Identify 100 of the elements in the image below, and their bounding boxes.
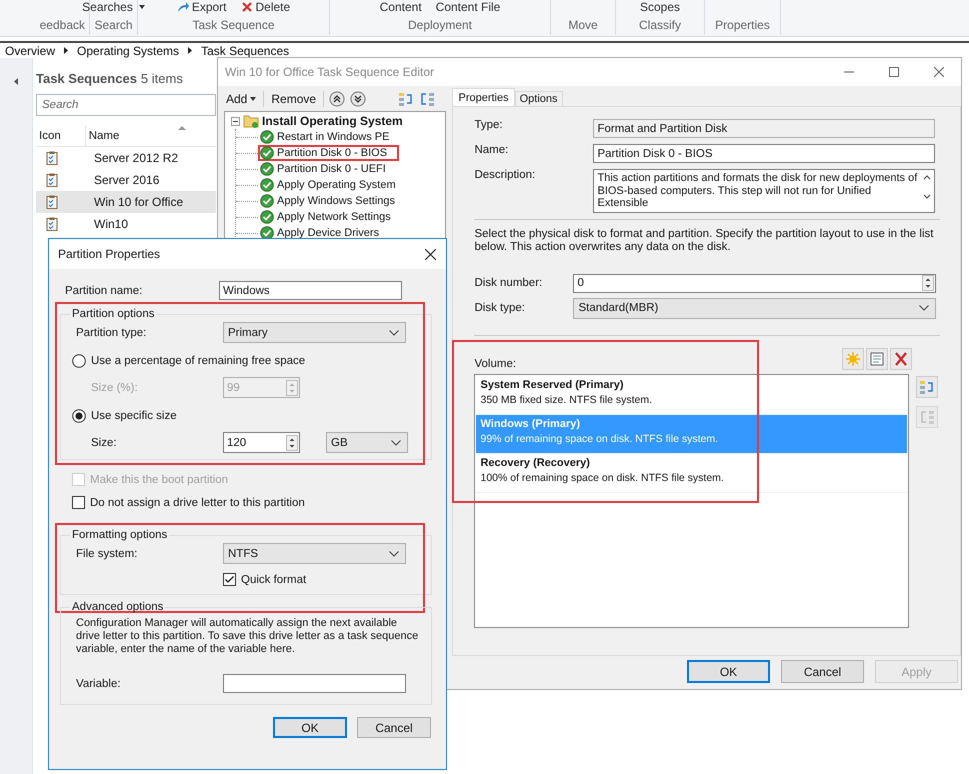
group-label: Task Sequence bbox=[192, 18, 275, 34]
dialog-button[interactable]: Cancel bbox=[781, 660, 864, 683]
check-circle-icon bbox=[260, 194, 274, 208]
import-list-icon[interactable] bbox=[916, 376, 938, 398]
caret-icon bbox=[138, 5, 145, 9]
import-list-icon[interactable] bbox=[398, 91, 414, 107]
dialog-button[interactable]: OK bbox=[273, 717, 347, 738]
spinner-icon[interactable] bbox=[922, 275, 934, 291]
group-label: Move bbox=[568, 18, 598, 34]
field-label: Type: bbox=[474, 119, 504, 131]
field-label: Partition type: bbox=[76, 326, 148, 338]
text-field[interactable]: Partition Disk 0 - BIOS bbox=[593, 144, 936, 163]
chevron-down-icon bbox=[919, 305, 930, 311]
dropdown[interactable]: Primary bbox=[223, 322, 406, 343]
check-circle-icon bbox=[260, 162, 274, 176]
spin-field[interactable]: 0 bbox=[573, 274, 936, 292]
check-circle-icon bbox=[260, 210, 274, 224]
collapse-arrow-icon[interactable] bbox=[14, 78, 18, 85]
dropdown[interactable]: GB bbox=[326, 432, 408, 453]
field-label: Partition name: bbox=[64, 284, 144, 296]
group-title: Formatting options bbox=[71, 529, 168, 541]
close-icon[interactable] bbox=[425, 248, 436, 260]
checkbox-square-icon[interactable] bbox=[223, 573, 236, 586]
group-title: Partition options bbox=[71, 308, 156, 320]
toolbar-button[interactable]: Remove bbox=[269, 92, 318, 106]
dialog-title: Partition Properties bbox=[58, 247, 160, 261]
dropdown[interactable]: Standard(MBR) bbox=[573, 298, 936, 318]
field-label: Description: bbox=[474, 169, 536, 181]
list-item[interactable]: Recovery (Recovery) 100% of remaining space on disk. NTFS file system. bbox=[476, 454, 908, 492]
field-label: Size: bbox=[91, 436, 118, 448]
dropdown[interactable]: NTFS bbox=[223, 543, 406, 564]
search-field[interactable]: Search bbox=[36, 94, 216, 116]
chevron-down-icon bbox=[391, 440, 401, 446]
group-label: Classify bbox=[638, 18, 681, 34]
radio-circle-icon[interactable] bbox=[72, 354, 86, 368]
field-label: File system: bbox=[76, 548, 138, 560]
group-label: eedback bbox=[40, 18, 85, 34]
list-row[interactable]: Win 10 for Office bbox=[36, 191, 216, 213]
dialog-button[interactable]: OK bbox=[687, 660, 770, 683]
field-label: Variable: bbox=[76, 678, 122, 690]
instruction-text: Select the physical disk to format and partition. Specify the partition layout to use in the list below. This action overwrites any data on the disk. bbox=[474, 228, 934, 254]
tree-item[interactable]: Partition Disk 0 - UEFI bbox=[258, 161, 398, 177]
tree-item[interactable]: Partition Disk 0 - BIOS bbox=[258, 145, 400, 161]
dialog-button[interactable]: Cancel bbox=[357, 717, 431, 738]
chevron-right-icon bbox=[64, 47, 68, 54]
tree-item[interactable]: Apply Network Settings bbox=[258, 209, 403, 225]
radio-circle-icon[interactable] bbox=[72, 409, 86, 423]
field-label: Disk number: bbox=[474, 277, 544, 289]
chevron-down-icon bbox=[389, 330, 399, 336]
checkbox[interactable]: Do not assign a drive letter to this partition bbox=[72, 495, 432, 510]
maximize-icon[interactable] bbox=[889, 67, 899, 77]
spinner-icon[interactable] bbox=[286, 434, 298, 450]
tree-item[interactable]: Apply Operating System bbox=[258, 177, 408, 193]
check-circle-icon bbox=[260, 146, 274, 160]
tree-item[interactable]: Restart in Windows PE bbox=[258, 129, 402, 145]
folder-icon bbox=[243, 114, 259, 128]
text-area[interactable]: This action partitions and formats the disk for new deployments of BIOS-based computers. This step will not run for Unified Extensible bbox=[593, 169, 936, 212]
column-header[interactable]: Icon bbox=[36, 126, 86, 146]
radio-button[interactable]: Use specific size bbox=[72, 408, 421, 424]
ribbon-button[interactable]: Content bbox=[380, 0, 422, 14]
ribbon-button[interactable]: Delete bbox=[240, 0, 290, 14]
breadcrumb-link[interactable]: Overview bbox=[5, 44, 56, 58]
item-count: 5 items bbox=[140, 70, 183, 86]
toolbar-button[interactable]: Add bbox=[224, 92, 258, 106]
column-header[interactable]: Name bbox=[86, 126, 216, 146]
ribbon-button[interactable]: Export bbox=[176, 0, 226, 14]
checkbox[interactable]: Quick format bbox=[223, 572, 421, 587]
export-list-icon[interactable] bbox=[419, 91, 436, 107]
arrow-icon bbox=[176, 1, 189, 13]
field-label: Disk type: bbox=[474, 302, 526, 314]
group-label: Properties bbox=[715, 18, 770, 34]
delete-icon[interactable] bbox=[890, 348, 912, 370]
tab[interactable]: Properties bbox=[452, 88, 515, 106]
list-row[interactable]: Server 2012 R2 bbox=[36, 147, 216, 169]
chevron-down-icon bbox=[389, 550, 399, 556]
clipboard-icon bbox=[46, 195, 58, 209]
check-circle-icon bbox=[260, 130, 274, 144]
help-text: Configuration Manager will automatically assign the next available drive letter to this partition. To save this drive letter as a task sequence variable, enter the name of the variable here. bbox=[76, 617, 420, 656]
list-row[interactable]: Server 2016 bbox=[36, 169, 216, 191]
ribbon-button[interactable]: Scopes bbox=[640, 0, 680, 14]
checkbox-square-icon[interactable] bbox=[72, 496, 85, 509]
tree-item[interactable]: Apply Windows Settings bbox=[258, 193, 407, 209]
ribbon-button[interactable]: Searches bbox=[82, 0, 145, 14]
radio-button[interactable]: Use a percentage of remaining free space bbox=[72, 353, 421, 369]
move-down-icon[interactable] bbox=[350, 91, 366, 107]
group-title: Advanced options bbox=[71, 601, 164, 613]
text-field[interactable] bbox=[223, 674, 406, 693]
breadcrumb-link[interactable]: Operating Systems bbox=[77, 44, 180, 58]
breadcrumb-link[interactable]: Task Sequences bbox=[201, 44, 290, 58]
move-up-icon[interactable] bbox=[329, 91, 346, 107]
text-field[interactable]: Windows bbox=[219, 281, 402, 300]
list-row[interactable]: Win10 bbox=[36, 213, 216, 235]
tree-item[interactable]: Install Operating System bbox=[262, 114, 403, 128]
properties-icon[interactable] bbox=[866, 348, 888, 370]
spin-field[interactable]: 120 bbox=[223, 432, 300, 453]
ribbon-button[interactable]: Content File bbox=[436, 0, 500, 14]
check-circle-icon bbox=[260, 178, 274, 192]
collapse-icon[interactable] bbox=[231, 116, 240, 126]
caret-icon bbox=[250, 97, 256, 101]
tab[interactable]: Options bbox=[514, 91, 563, 106]
